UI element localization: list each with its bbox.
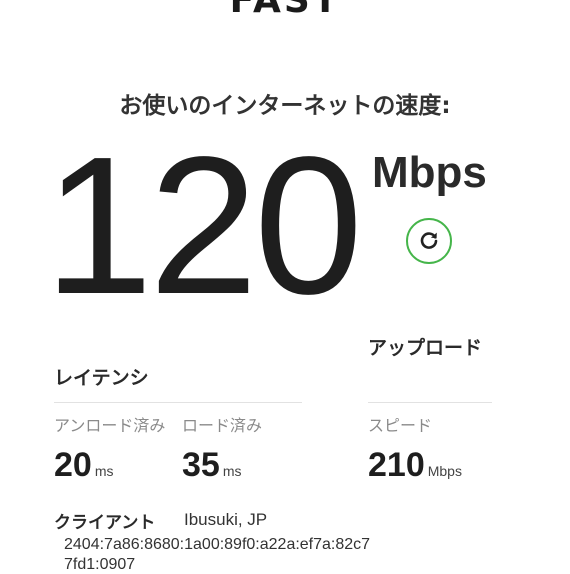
unloaded-latency-label: アンロード済み (54, 416, 166, 435)
unloaded-latency-unit: ms (94, 463, 114, 479)
upload-title: アップロード (368, 337, 483, 359)
latency-title: レイテンシ (54, 367, 149, 389)
loaded-latency-unit: ms (222, 463, 242, 479)
download-speed-unit: Mbps (372, 148, 487, 197)
client-ip-address-continued: 7fd1:0907 (64, 556, 136, 573)
upload-speed-label: スピード (368, 416, 433, 435)
upload-divider (368, 402, 492, 403)
app-logo: FAST (229, 0, 341, 21)
unloaded-latency-value: 20 (54, 446, 92, 484)
upload-speed-unit: Mbps (427, 463, 462, 479)
loaded-latency-label: ロード済み (182, 416, 263, 435)
loaded-latency-value: 35 (182, 446, 220, 484)
client-label: クライアント (54, 513, 156, 533)
refresh-button[interactable] (406, 218, 452, 264)
client-location: Ibusuki, JP (184, 510, 268, 529)
client-ip-address: 2404:7a86:8680:1a00:89f0:a22a:ef7a:82c7 (64, 536, 371, 553)
unloaded-latency-metric: 20 ms (54, 446, 114, 485)
download-speed-value: 120 (44, 116, 363, 335)
upload-speed-metric: 210 Mbps (368, 446, 462, 485)
upload-speed-value: 210 (368, 446, 425, 484)
refresh-icon (417, 229, 441, 253)
loaded-latency-metric: 35 ms (182, 446, 242, 485)
latency-divider (54, 402, 302, 403)
speed-heading: お使いのインターネットの速度: (119, 93, 451, 119)
